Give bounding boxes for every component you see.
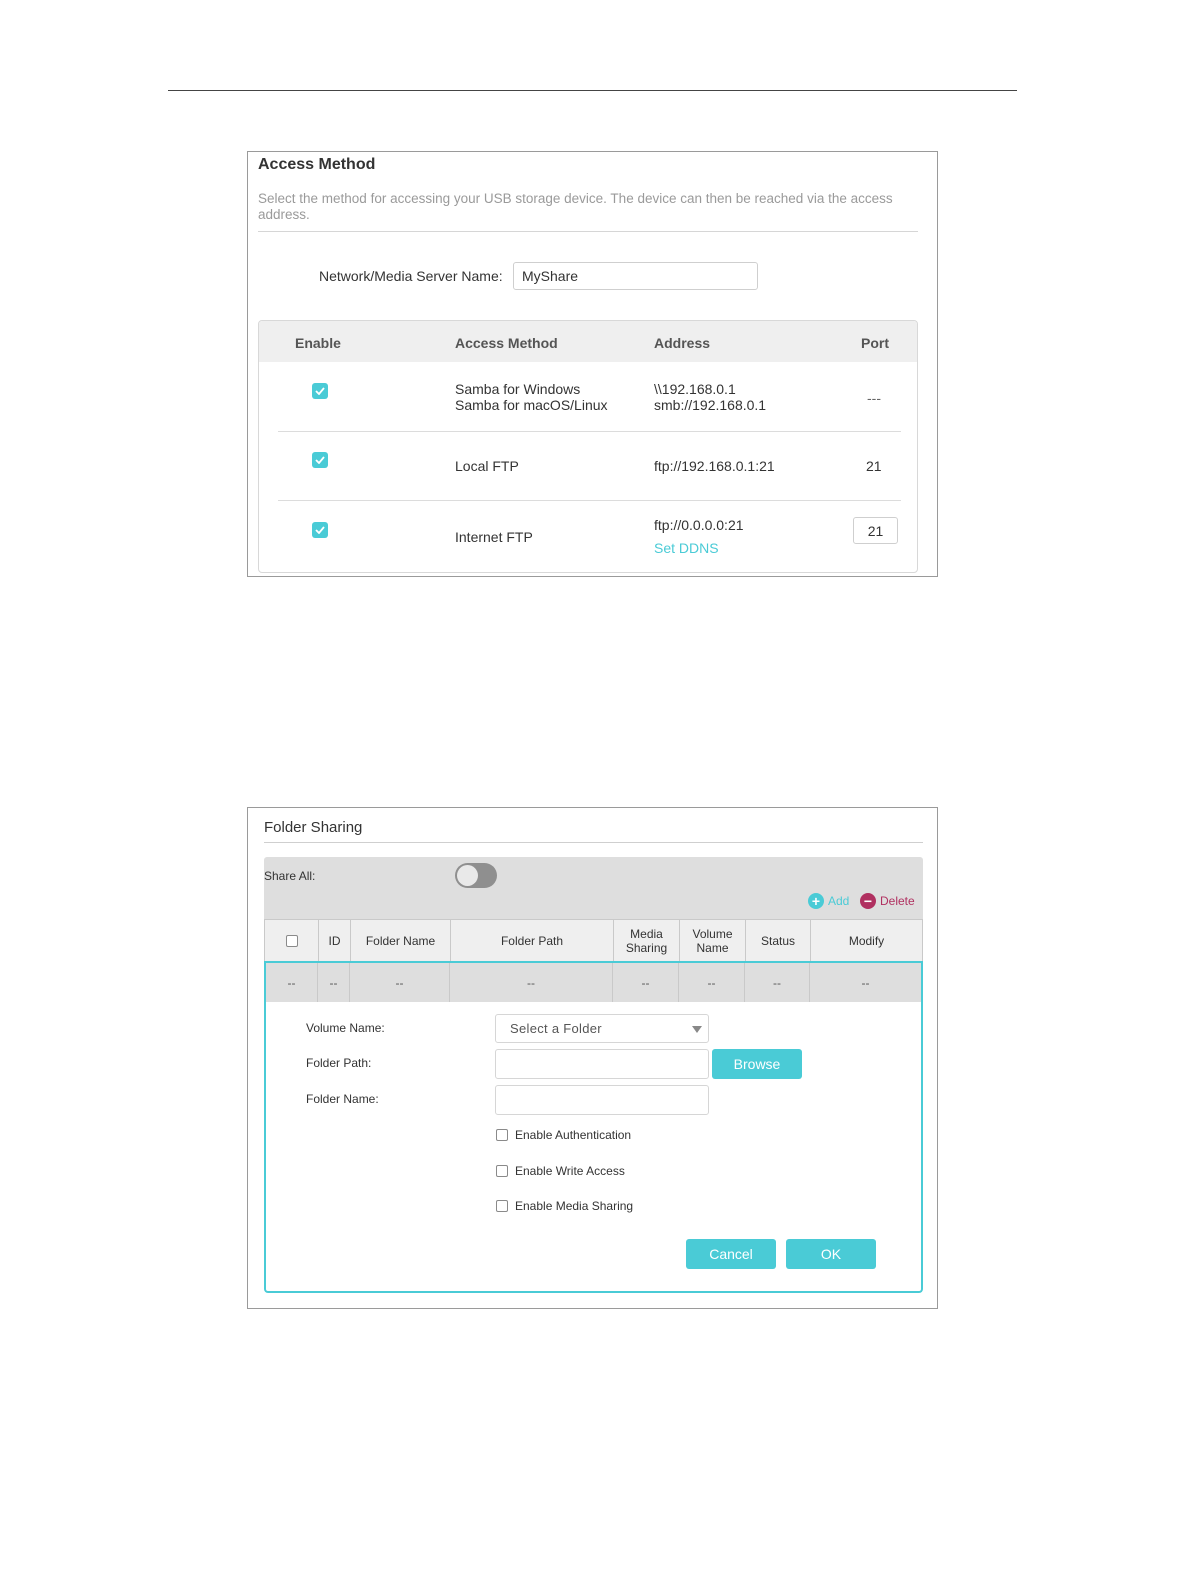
set-ddns-link[interactable]: Set DDNS: [654, 540, 719, 556]
port-samba: ---: [867, 390, 881, 406]
section-divider: [258, 231, 918, 232]
enable-checkbox-internet-ftp[interactable]: [312, 522, 328, 538]
enable-media-sharing-label: Enable Media Sharing: [515, 1199, 634, 1213]
row-divider: [278, 431, 901, 432]
column-header-status: Status: [760, 933, 796, 948]
column-header-media-sharing: Media Sharing: [614, 920, 679, 961]
server-name-input[interactable]: [513, 262, 758, 290]
column-header-address: Address: [654, 335, 711, 351]
toggle-knob: [457, 865, 478, 886]
column-header-enable: Enable: [295, 335, 341, 351]
delete-button[interactable]: − Delete: [860, 892, 915, 910]
folder-table-header: ID Folder Name Folder Path Media Sharing…: [264, 919, 923, 962]
enable-media-sharing-option[interactable]: Enable Media Sharing: [496, 1198, 633, 1214]
folder-path-input[interactable]: [495, 1049, 709, 1079]
volume-name-select[interactable]: Select a Folder: [495, 1014, 709, 1043]
folder-name-input[interactable]: [495, 1085, 709, 1115]
chevron-down-icon: [692, 1026, 702, 1033]
cell-folder-path: --: [527, 976, 535, 990]
enable-write-access-label: Enable Write Access: [515, 1164, 625, 1178]
cell-id: --: [329, 976, 338, 990]
folder-name-label: Folder Name:: [306, 1092, 379, 1106]
folder-path-label: Folder Path:: [306, 1056, 372, 1070]
select-all-cell: [265, 920, 318, 961]
checkmark-icon: [315, 526, 325, 534]
enable-media-sharing-checkbox[interactable]: [496, 1200, 508, 1212]
enable-authentication-checkbox[interactable]: [496, 1129, 508, 1141]
minus-circle-icon: −: [860, 893, 876, 909]
cancel-button[interactable]: Cancel: [686, 1239, 776, 1269]
share-all-toggle[interactable]: [455, 863, 497, 888]
browse-button[interactable]: Browse: [712, 1049, 802, 1079]
select-all-checkbox[interactable]: [285, 934, 298, 947]
internet-ftp-port-input[interactable]: [853, 517, 898, 544]
access-method-table: Enable Access Method Address Port Samba …: [258, 320, 918, 573]
ok-button[interactable]: OK: [786, 1239, 876, 1269]
port-local-ftp: 21: [866, 458, 882, 474]
address-smb: smb://192.168.0.1: [654, 397, 767, 413]
cell-volume-name: --: [707, 976, 716, 990]
column-header-volume-name: Volume Name: [680, 920, 745, 961]
enable-authentication-option[interactable]: Enable Authentication: [496, 1127, 631, 1143]
section-divider: [264, 842, 923, 843]
access-method-internet-ftp: Internet FTP: [455, 529, 533, 545]
table-header: Enable Access Method Address Port: [259, 321, 917, 362]
access-method-title: Access Method: [258, 156, 376, 173]
method-samba-macos: Samba for macOS/Linux: [455, 397, 608, 413]
row-divider: [278, 500, 901, 501]
media-sharing-line1: Media: [630, 926, 663, 941]
checkmark-icon: [315, 456, 325, 464]
cell-media-sharing: --: [641, 976, 650, 990]
cell-folder-name: --: [395, 976, 404, 990]
access-method-samba: Samba for Windows Samba for macOS/Linux: [455, 381, 608, 413]
address-windows: \\192.168.0.1: [654, 381, 736, 397]
cell-select: --: [287, 976, 296, 990]
enable-authentication-label: Enable Authentication: [515, 1128, 632, 1142]
folder-sharing-title: Folder Sharing: [264, 819, 363, 836]
access-method-local-ftp: Local FTP: [455, 458, 519, 474]
table-row[interactable]: -- -- -- -- -- -- -- --: [264, 961, 923, 1003]
column-header-access-method: Access Method: [455, 335, 558, 351]
enable-write-access-checkbox[interactable]: [496, 1165, 508, 1177]
share-all-label: Share All:: [264, 869, 316, 883]
column-header-port: Port: [861, 335, 889, 351]
server-name-label: Network/Media Server Name:: [319, 268, 503, 284]
media-sharing-line2: Sharing: [625, 940, 668, 955]
address-internet-ftp: ftp://0.0.0.0:21: [654, 517, 744, 533]
column-header-folder-path: Folder Path: [500, 933, 564, 948]
column-header-folder-name: Folder Name: [365, 933, 436, 948]
checkmark-icon: [315, 387, 325, 395]
enable-checkbox-samba[interactable]: [312, 383, 328, 399]
add-button[interactable]: + Add: [808, 892, 849, 910]
column-header-id: ID: [328, 933, 341, 948]
column-header-modify: Modify: [848, 933, 885, 948]
volume-select-value: Select a Folder: [510, 1021, 602, 1036]
volume-name-label: Volume Name:: [306, 1021, 385, 1035]
plus-circle-icon: +: [808, 893, 824, 909]
add-label: Add: [828, 894, 850, 908]
address-local-ftp: ftp://192.168.0.1:21: [654, 458, 775, 474]
folder-sharing-panel: Folder Sharing Share All: + Add − Delete…: [247, 807, 938, 1309]
enable-write-access-option[interactable]: Enable Write Access: [496, 1163, 625, 1179]
volume-name-line1: Volume: [692, 926, 733, 941]
method-samba-windows: Samba for Windows: [455, 381, 581, 397]
enable-checkbox-local-ftp[interactable]: [312, 452, 328, 468]
share-toolbar: [264, 857, 923, 920]
access-method-description: Select the method for accessing your USB…: [258, 191, 893, 222]
address-samba: \\192.168.0.1 smb://192.168.0.1: [654, 381, 766, 413]
access-method-panel: Access Method Select the method for acce…: [247, 151, 938, 577]
page-header-rule: [168, 90, 1017, 91]
volume-name-line2: Name: [696, 940, 729, 955]
delete-label: Delete: [880, 894, 915, 908]
cell-status: --: [773, 976, 781, 990]
cell-modify: --: [861, 976, 870, 990]
